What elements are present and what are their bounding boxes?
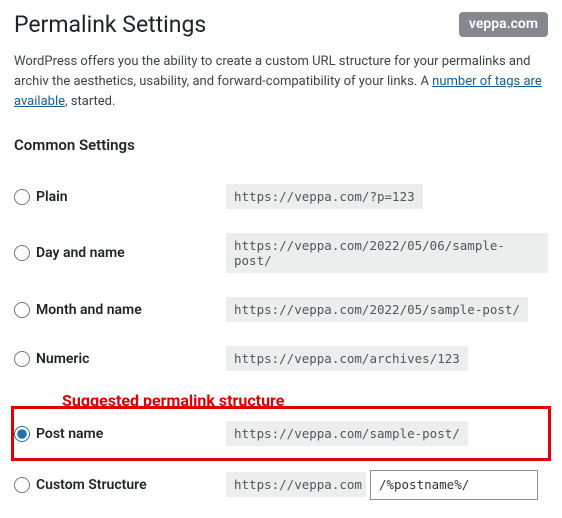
- option-row-numeric: Numeric https://veppa.com/archives/123: [14, 334, 548, 383]
- label-monthname[interactable]: Month and name: [36, 302, 226, 318]
- example-monthname: https://veppa.com/2022/05/sample-post/: [226, 297, 528, 322]
- example-dayname: https://veppa.com/2022/05/06/sample-post…: [226, 233, 548, 273]
- common-settings-heading: Common Settings: [14, 136, 548, 154]
- example-postname: https://veppa.com/sample-post/: [226, 421, 468, 446]
- radio-plain[interactable]: [14, 189, 30, 205]
- site-badge: veppa.com: [459, 12, 548, 37]
- label-dayname[interactable]: Day and name: [36, 245, 226, 261]
- radio-dayname[interactable]: [14, 245, 30, 261]
- label-numeric[interactable]: Numeric: [36, 351, 226, 367]
- option-row-monthname: Month and name https://veppa.com/2022/05…: [14, 285, 548, 334]
- label-custom[interactable]: Custom Structure: [36, 477, 226, 493]
- option-row-postname: Post name https://veppa.com/sample-post/: [14, 409, 548, 458]
- radio-monthname[interactable]: [14, 302, 30, 318]
- label-plain[interactable]: Plain: [36, 189, 226, 205]
- custom-prefix: https://veppa.com: [226, 472, 366, 497]
- radio-postname[interactable]: [14, 426, 30, 442]
- example-plain: https://veppa.com/?p=123: [226, 184, 423, 209]
- intro-text: WordPress offers you the ability to crea…: [14, 52, 548, 112]
- radio-custom[interactable]: [14, 477, 30, 493]
- custom-structure-input[interactable]: [370, 470, 538, 500]
- option-row-plain: Plain https://veppa.com/?p=123: [14, 172, 548, 221]
- example-numeric: https://veppa.com/archives/123: [226, 346, 468, 371]
- option-row-custom: Custom Structure https://veppa.com: [14, 458, 548, 512]
- highlight-postname: Post name https://veppa.com/sample-post/: [11, 406, 551, 461]
- radio-numeric[interactable]: [14, 351, 30, 367]
- option-row-dayname: Day and name https://veppa.com/2022/05/0…: [14, 221, 548, 285]
- intro-after: , started.: [65, 94, 115, 109]
- label-postname[interactable]: Post name: [36, 426, 226, 442]
